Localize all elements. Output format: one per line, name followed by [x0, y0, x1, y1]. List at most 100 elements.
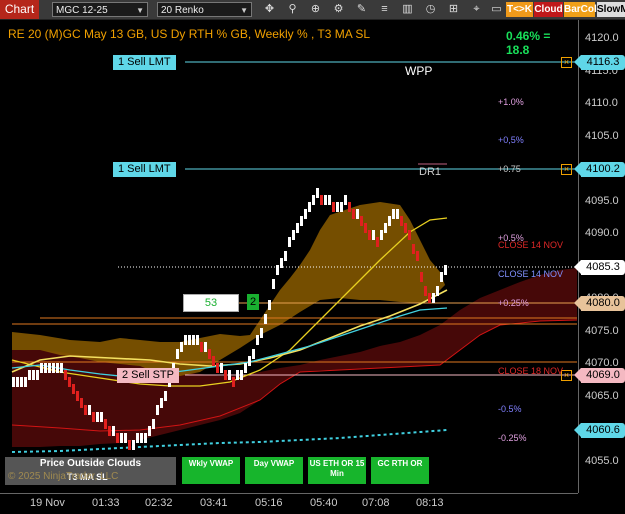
price-tick-label: 4110.0 — [585, 97, 618, 109]
renko-up-brick — [164, 391, 167, 401]
renko-up-brick — [132, 440, 135, 450]
time-axis[interactable]: 19 Nov 01:33 02:32 03:41 05:16 05:40 07:08 08:1… — [0, 493, 578, 514]
renko-down-brick — [68, 377, 71, 387]
renko-up-brick — [300, 216, 303, 226]
day-vwap-button[interactable]: Day VWAP — [245, 457, 303, 484]
renko-up-brick — [60, 363, 63, 373]
renko-down-brick — [92, 412, 95, 422]
price-tick-label: 4120.0 — [585, 32, 619, 44]
time-tick-label: 02:32 — [145, 497, 173, 509]
slowma-toggle[interactable]: SlowM — [597, 2, 625, 17]
pointer-icon[interactable]: ⊕ — [307, 2, 324, 17]
renko-up-brick — [260, 328, 263, 338]
quantity-box[interactable]: 53 — [183, 294, 239, 312]
renko-down-brick — [80, 398, 83, 408]
pct-minus-05: -0.5% — [498, 404, 522, 414]
tk-toggle[interactable]: T<>K — [506, 2, 533, 17]
renko-up-brick — [244, 363, 247, 373]
renko-down-brick — [76, 391, 79, 401]
renko-up-brick — [228, 370, 231, 380]
clock-icon[interactable]: ◷ — [422, 2, 439, 17]
properties-icon[interactable]: ⚙ — [330, 2, 347, 17]
renko-down-brick — [128, 440, 131, 450]
pct-plus-025: +0.25% — [498, 298, 529, 308]
chart-toolbar: Chart MGC 12-25 ▼ 20 Renko ▼ ✥ ⚲ ⊕ ⚙ ✎ ≡… — [0, 0, 625, 20]
ruler-icon[interactable]: ⊞ — [445, 2, 462, 17]
renko-down-brick — [108, 426, 111, 436]
lines-icon[interactable]: ≡ — [376, 2, 393, 17]
renko-up-brick — [288, 237, 291, 247]
sell-limit-1-tag[interactable]: 1 Sell LMT — [113, 55, 176, 70]
renko-up-brick — [304, 209, 307, 219]
renko-up-brick — [188, 335, 191, 345]
instrument-selector[interactable]: MGC 12-25 ▼ — [52, 2, 148, 17]
change-readout: 0.46% = 18.8 — [506, 29, 551, 57]
renko-up-brick — [248, 356, 251, 366]
status-panel: Price Outside Clouds T3 MA SL © 2025 Nin… — [5, 457, 176, 485]
wpp-label: WPP — [405, 64, 433, 78]
renko-down-brick — [320, 195, 323, 205]
renko-down-brick — [424, 286, 427, 296]
barcol-toggle[interactable]: BarCol — [564, 2, 597, 17]
template-icon[interactable]: ▭ — [488, 2, 505, 17]
period-selector[interactable]: 20 Renko ▼ — [157, 2, 252, 17]
renko-up-brick — [440, 272, 443, 282]
renko-up-brick — [340, 202, 343, 212]
chart-tab[interactable]: Chart — [0, 0, 39, 19]
renko-up-brick — [272, 279, 275, 289]
time-tick-label: 08:13 — [416, 497, 444, 509]
renko-down-brick — [212, 356, 215, 366]
renko-down-brick — [332, 202, 335, 212]
us-eth-or-button[interactable]: US ETH OR 15 Min — [308, 457, 366, 484]
price-axis[interactable]: 4120.04115.04110.04105.04100.04095.04090… — [574, 20, 625, 493]
renko-down-brick — [72, 384, 75, 394]
renko-up-brick — [204, 342, 207, 352]
renko-down-brick — [84, 405, 87, 415]
time-tick-label: 19 Nov — [30, 497, 65, 509]
low-price: 4060.6 — [574, 423, 625, 438]
renko-up-brick — [124, 433, 127, 443]
dr1-label: DR1 — [419, 166, 442, 178]
sell-stop-tag[interactable]: 2 Sell STP — [117, 368, 179, 383]
price-chart-canvas — [11, 61, 577, 453]
sell-limit-2-tag[interactable]: 1 Sell LMT — [113, 162, 176, 177]
bars-icon[interactable]: ▥ — [399, 2, 416, 17]
renko-up-brick — [388, 216, 391, 226]
draw-icon[interactable]: ✎ — [353, 2, 370, 17]
renko-down-brick — [216, 363, 219, 373]
renko-down-brick — [64, 370, 67, 380]
price-tick-label: 4055.0 — [585, 454, 619, 467]
renko-up-brick — [256, 335, 259, 345]
renko-down-brick — [404, 223, 407, 233]
close-order-icon[interactable]: × — [561, 164, 572, 175]
gc-rth-or-button[interactable]: GC RTH OR — [371, 457, 429, 484]
renko-up-brick — [436, 286, 439, 296]
renko-down-brick — [416, 251, 419, 261]
renko-up-brick — [44, 363, 47, 373]
renko-down-brick — [208, 349, 211, 359]
renko-up-brick — [48, 363, 51, 373]
cloud-toggle[interactable]: Cloud — [534, 2, 563, 17]
close-14-nov-blue: CLOSE 14 NOV — [498, 269, 564, 279]
last-price: 4085.3 — [574, 260, 625, 275]
quantity-badge[interactable]: 2 — [247, 294, 259, 310]
renko-down-brick — [368, 230, 371, 240]
renko-up-brick — [276, 265, 279, 275]
price-tick-label: 4095.0 — [585, 194, 619, 207]
renko-up-brick — [196, 335, 199, 345]
crosshair-icon[interactable]: ✥ — [261, 2, 278, 17]
renko-up-brick — [24, 377, 27, 387]
close-order-icon[interactable]: × — [561, 57, 572, 68]
zoom-icon[interactable]: ⚲ — [284, 2, 301, 17]
chart-panel[interactable]: RE 20 (M)GC May 13 GB, US Dy RTH % GB, W… — [0, 20, 577, 493]
renko-up-brick — [264, 314, 267, 324]
weekly-vwap-button[interactable]: Wkly VWAP — [182, 457, 240, 484]
renko-up-brick — [184, 335, 187, 345]
renko-up-brick — [384, 223, 387, 233]
renko-up-brick — [16, 377, 19, 387]
renko-down-brick — [116, 433, 119, 443]
dropdown-icon: ▼ — [240, 6, 248, 15]
pin-icon[interactable]: ⌖ — [468, 2, 485, 17]
renko-up-brick — [96, 412, 99, 422]
renko-up-brick — [356, 209, 359, 219]
